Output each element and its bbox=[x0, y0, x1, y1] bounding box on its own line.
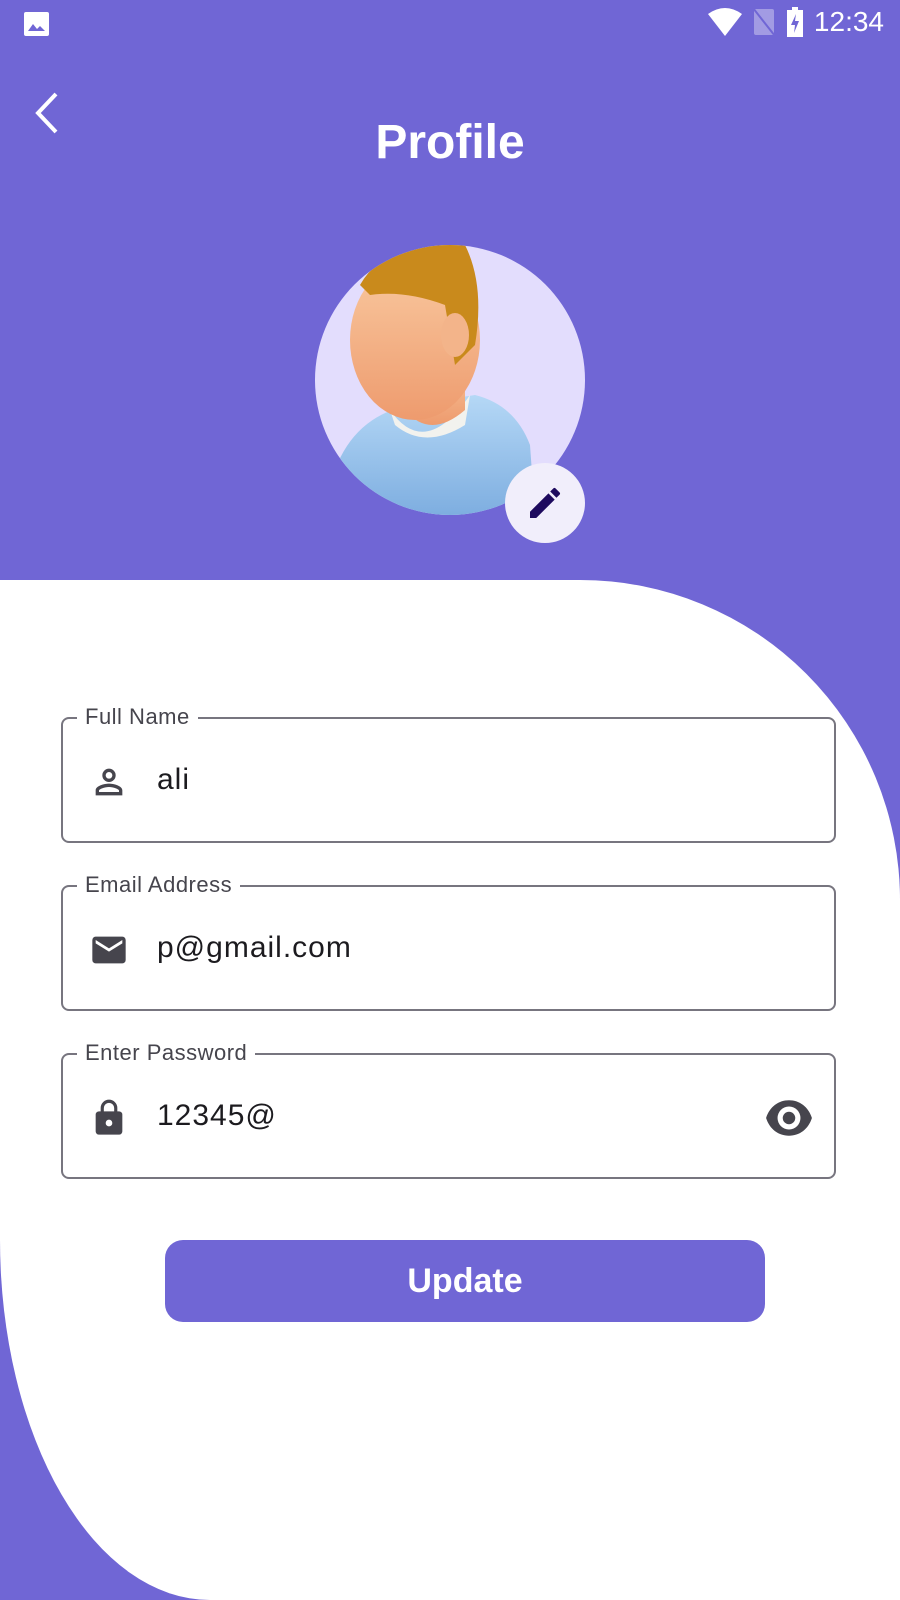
clock: 12:34 bbox=[813, 6, 884, 37]
edit-avatar-button[interactable] bbox=[505, 463, 585, 543]
full-name-label: Full Name bbox=[77, 704, 198, 730]
password-label: Enter Password bbox=[77, 1040, 256, 1066]
wifi-icon bbox=[707, 8, 742, 36]
update-button[interactable]: Update bbox=[165, 1240, 765, 1322]
page-title: Profile bbox=[375, 116, 525, 169]
email-field[interactable]: Email Address p@gmail.com bbox=[61, 872, 836, 1011]
email-label: Email Address bbox=[77, 872, 241, 898]
gallery-notification-icon bbox=[24, 12, 49, 36]
pencil-icon bbox=[530, 487, 561, 518]
mail-icon bbox=[92, 936, 126, 964]
person-icon bbox=[95, 768, 123, 796]
visibility-eye-icon[interactable] bbox=[764, 1100, 814, 1136]
full-name-field[interactable]: Full Name ali bbox=[61, 704, 836, 843]
full-name-input[interactable]: ali bbox=[157, 763, 190, 797]
password-field[interactable]: Enter Password 12345@ bbox=[61, 1040, 836, 1179]
password-input[interactable]: 12345@ bbox=[157, 1099, 277, 1133]
battery-charging-icon bbox=[786, 7, 803, 37]
lock-icon bbox=[95, 1099, 123, 1135]
status-bar: 12:34 bbox=[0, 0, 900, 50]
no-sim-icon bbox=[752, 7, 776, 37]
email-input[interactable]: p@gmail.com bbox=[157, 931, 352, 965]
